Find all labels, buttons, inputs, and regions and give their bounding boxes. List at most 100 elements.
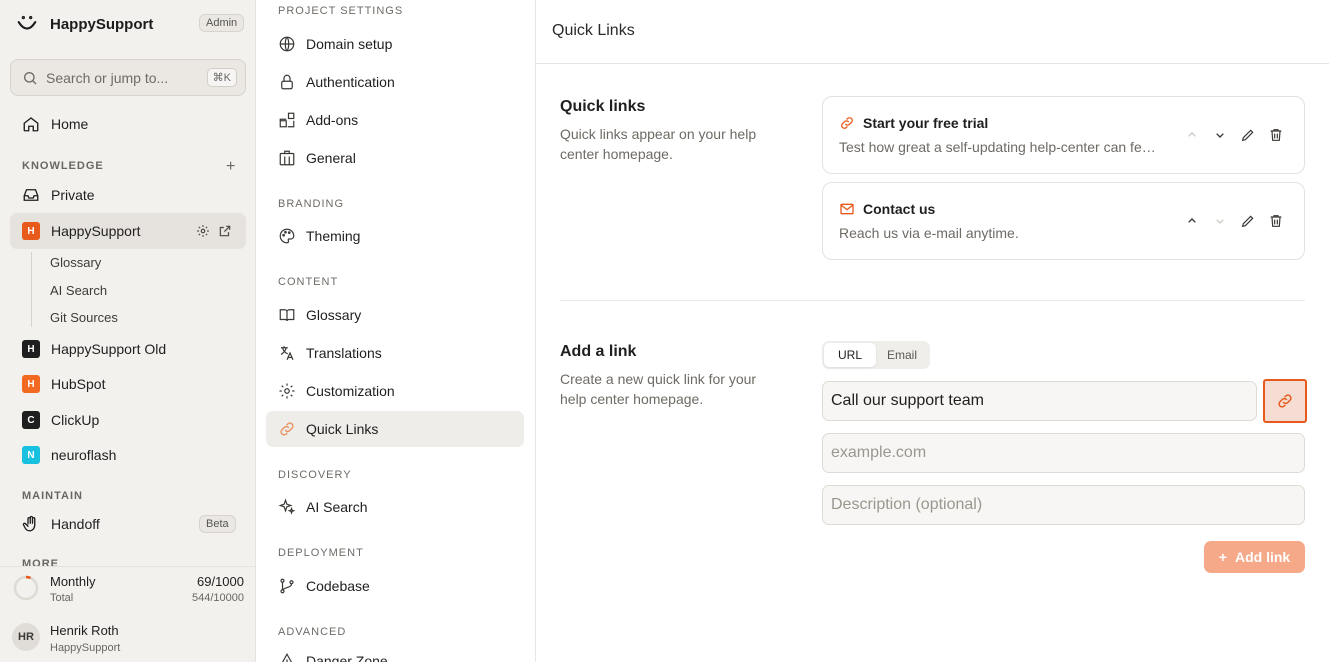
- tree-line: [31, 252, 32, 327]
- usage-panel: Monthly Total 69/1000 544/10000 HR Henri…: [0, 566, 255, 662]
- sidebar-item-label: Private: [51, 187, 95, 203]
- usage-sub-label: Total: [50, 592, 74, 604]
- gear-icon[interactable]: [196, 224, 210, 238]
- lock-icon: [281, 74, 293, 90]
- sidebar-item-label: Home: [51, 116, 89, 132]
- quick-link-card[interactable]: Contact us Reach us via e-mail anytime.: [822, 182, 1305, 260]
- settings-item-domain[interactable]: Domain setup: [266, 26, 524, 62]
- card-actions: [1184, 127, 1284, 143]
- trash-icon[interactable]: [1268, 127, 1284, 143]
- brand[interactable]: HappySupport: [16, 12, 153, 36]
- sidebar-item-hubspot[interactable]: H HubSpot: [10, 366, 246, 402]
- settings-item-customization[interactable]: Customization: [266, 373, 524, 409]
- settings-item-danger-zone[interactable]: Danger Zone: [266, 643, 524, 662]
- add-knowledge-icon[interactable]: +: [226, 158, 235, 176]
- description-field[interactable]: Description (optional): [822, 485, 1305, 525]
- settings-item-authentication[interactable]: Authentication: [266, 64, 524, 100]
- settings-item-label: Domain setup: [306, 36, 393, 52]
- branding-label: BRANDING: [278, 198, 345, 210]
- settings-item-label: Authentication: [306, 74, 395, 90]
- card-actions: [1184, 213, 1284, 229]
- admin-badge: Admin: [199, 14, 245, 32]
- settings-item-label: Glossary: [306, 307, 362, 323]
- blocks-icon: [279, 112, 295, 128]
- settings-item-label: Quick Links: [306, 421, 379, 437]
- url-field[interactable]: example.com: [822, 433, 1305, 473]
- search-placeholder: Search or jump to...: [46, 69, 169, 86]
- external-link-icon[interactable]: [218, 224, 232, 238]
- usage-total-value: 544/10000: [192, 592, 244, 604]
- content-label: CONTENT: [278, 276, 339, 288]
- sidebar-item-neuroflash[interactable]: N neuroflash: [10, 437, 246, 473]
- sidebar-item-happysupport-old[interactable]: H HappySupport Old: [10, 331, 246, 367]
- quick-links-description: Quick links appear on your help center h…: [560, 126, 757, 162]
- sidebar-item-private[interactable]: Private: [10, 177, 246, 213]
- building-icon: [279, 150, 295, 166]
- sidebar-item-label: Handoff: [51, 516, 100, 532]
- chevron-up-icon[interactable]: [1184, 127, 1200, 143]
- row-actions: [196, 224, 232, 238]
- search-input[interactable]: Search or jump to... ⌘K: [10, 59, 246, 96]
- quick-link-title: Contact us: [863, 201, 936, 217]
- sidebar-item-label: HubSpot: [51, 376, 106, 392]
- add-link-description: Create a new quick link for your help ce…: [560, 371, 757, 407]
- chevron-down-icon[interactable]: [1212, 213, 1228, 229]
- settings-item-glossary[interactable]: Glossary: [266, 297, 524, 333]
- sidebar-subitem-glossary[interactable]: Glossary: [50, 255, 101, 270]
- gear-icon: [279, 383, 295, 399]
- chevron-up-icon[interactable]: [1184, 213, 1200, 229]
- usage-monthly-value: 69/1000: [197, 574, 244, 589]
- pencil-icon[interactable]: [1240, 213, 1256, 229]
- sidebar-subitem-ai-search[interactable]: AI Search: [50, 283, 107, 298]
- settings-item-label: Add-ons: [306, 112, 359, 128]
- add-link-label: Add link: [1234, 549, 1291, 565]
- usage-ring-icon: [13, 575, 39, 601]
- page-title: Quick Links: [552, 22, 635, 39]
- link-title-field[interactable]: Call our support team: [822, 381, 1257, 421]
- quick-link-card[interactable]: Start your free trial Test how great a s…: [822, 96, 1305, 174]
- project-square-icon: H: [22, 375, 40, 393]
- settings-item-quick-links[interactable]: Quick Links: [266, 411, 524, 447]
- section-divider: [560, 300, 1305, 301]
- maintain-label: MAINTAIN: [22, 490, 83, 502]
- warning-icon: [282, 653, 292, 662]
- project-square-icon: H: [22, 222, 40, 240]
- settings-item-label: Theming: [306, 228, 361, 244]
- translate-icon: [280, 346, 294, 360]
- quick-link-title: Start your free trial: [863, 115, 989, 131]
- mail-icon: [840, 203, 854, 215]
- plus-icon: +: [1218, 549, 1227, 565]
- add-link-button[interactable]: + Add link: [1204, 541, 1305, 573]
- beta-badge: Beta: [199, 515, 236, 533]
- link-icon: [1278, 394, 1292, 408]
- globe-icon: [279, 36, 295, 52]
- discovery-label: DISCOVERY: [278, 469, 352, 481]
- app-name: HappySupport: [50, 15, 154, 33]
- link-icon-button[interactable]: [1263, 379, 1307, 423]
- settings-item-codebase[interactable]: Codebase: [266, 568, 524, 604]
- quick-link-description: Reach us via e-mail anytime.: [839, 225, 1019, 241]
- sidebar: HappySupport Admin Search or jump to... …: [0, 0, 256, 662]
- settings-item-label: General: [306, 150, 356, 166]
- settings-item-general[interactable]: General: [266, 140, 524, 176]
- avatar[interactable]: HR: [12, 623, 40, 651]
- sidebar-subitem-git-sources[interactable]: Git Sources: [50, 310, 118, 325]
- trash-icon[interactable]: [1268, 213, 1284, 229]
- settings-item-addons[interactable]: Add-ons: [266, 102, 524, 138]
- tab-email[interactable]: Email: [876, 343, 928, 367]
- sidebar-item-clickup[interactable]: C ClickUp: [10, 402, 246, 438]
- hand-icon: [22, 515, 36, 532]
- usage-label: Monthly: [50, 574, 96, 589]
- pencil-icon[interactable]: [1240, 127, 1256, 143]
- settings-item-ai-search[interactable]: AI Search: [266, 489, 524, 525]
- project-square-icon: H: [22, 340, 40, 358]
- sidebar-item-home[interactable]: Home: [10, 106, 246, 142]
- link-type-toggle: URL Email: [822, 341, 930, 369]
- sidebar-item-label: HappySupport Old: [51, 341, 167, 357]
- tab-url[interactable]: URL: [824, 343, 876, 367]
- chevron-down-icon[interactable]: [1212, 127, 1228, 143]
- user-name[interactable]: Henrik Roth: [50, 623, 119, 638]
- settings-item-theming[interactable]: Theming: [266, 218, 524, 254]
- settings-item-translations[interactable]: Translations: [266, 335, 524, 371]
- sidebar-item-happysupport[interactable]: H HappySupport: [10, 213, 246, 249]
